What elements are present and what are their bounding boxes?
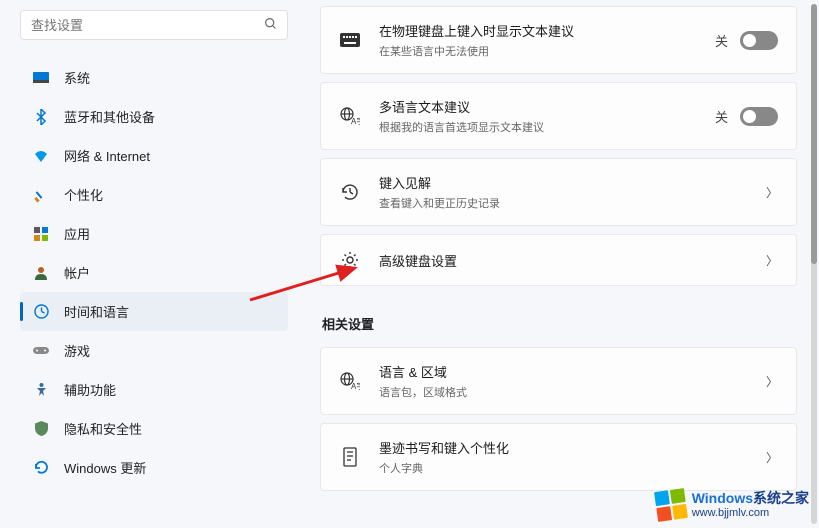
card-text-suggestions[interactable]: 在物理键盘上键入时显示文本建议 在某些语言中无法使用 关: [320, 6, 797, 74]
gear-icon: [339, 249, 361, 271]
sidebar-item-privacy[interactable]: 隐私和安全性: [20, 409, 288, 448]
chevron-right-icon: 〉: [766, 252, 778, 269]
ink-icon: [339, 446, 361, 468]
card-advanced-keyboard[interactable]: 高级键盘设置 〉: [320, 234, 797, 286]
watermark: Windows系统之家 www.bjjmlv.com: [656, 490, 809, 520]
section-heading-related: 相关设置: [322, 314, 797, 333]
network-icon: [32, 147, 50, 165]
watermark-brand: Windows: [692, 490, 753, 506]
content-area: 在物理键盘上键入时显示文本建议 在某些语言中无法使用 关 A字 多语言文本建议 …: [300, 0, 819, 528]
card-typing-insights[interactable]: 键入见解 查看键入和更正历史记录 〉: [320, 158, 797, 226]
sidebar-item-label: 蓝牙和其他设备: [64, 107, 155, 126]
card-title: 键入见解: [379, 173, 766, 192]
gaming-icon: [32, 342, 50, 360]
sidebar-item-bluetooth[interactable]: 蓝牙和其他设备: [20, 97, 288, 136]
sidebar: 系统 蓝牙和其他设备 网络 & Internet 个性化 应用 帐户: [0, 0, 300, 528]
language-icon: A字: [339, 370, 361, 392]
sidebar-item-label: 游戏: [64, 341, 90, 360]
search-input[interactable]: [31, 18, 264, 33]
card-subtitle: 个人字典: [379, 460, 766, 476]
card-title: 高级键盘设置: [379, 251, 766, 270]
toggle-state-label: 关: [715, 31, 728, 50]
search-box[interactable]: [20, 10, 288, 40]
toggle-state-label: 关: [715, 107, 728, 126]
svg-text:A字: A字: [351, 116, 360, 125]
sidebar-item-accounts[interactable]: 帐户: [20, 253, 288, 292]
toggle-switch[interactable]: [740, 107, 778, 126]
card-title: 在物理键盘上键入时显示文本建议: [379, 21, 715, 40]
keyboard-icon: [339, 29, 361, 51]
card-title: 多语言文本建议: [379, 97, 715, 116]
accessibility-icon: [32, 381, 50, 399]
sidebar-item-personalization[interactable]: 个性化: [20, 175, 288, 214]
chevron-right-icon: 〉: [766, 184, 778, 201]
scrollbar-thumb[interactable]: [811, 4, 817, 264]
sidebar-item-system[interactable]: 系统: [20, 58, 288, 97]
sidebar-item-network[interactable]: 网络 & Internet: [20, 136, 288, 175]
sidebar-item-time-language[interactable]: 时间和语言: [20, 292, 288, 331]
accounts-icon: [32, 264, 50, 282]
card-subtitle: 在某些语言中无法使用: [379, 43, 715, 59]
sidebar-item-gaming[interactable]: 游戏: [20, 331, 288, 370]
watermark-brand-rest: 系统之家: [753, 490, 809, 506]
sidebar-item-label: 应用: [64, 224, 90, 243]
nav-list: 系统 蓝牙和其他设备 网络 & Internet 个性化 应用 帐户: [20, 58, 300, 487]
update-icon: [32, 459, 50, 477]
scrollbar[interactable]: [811, 4, 817, 524]
sidebar-item-apps[interactable]: 应用: [20, 214, 288, 253]
card-title: 墨迹书写和键入个性化: [379, 438, 766, 457]
system-icon: [32, 69, 50, 87]
time-language-icon: [32, 303, 50, 321]
card-multilingual[interactable]: A字 多语言文本建议 根据我的语言首选项显示文本建议 关: [320, 82, 797, 150]
sidebar-item-update[interactable]: Windows 更新: [20, 448, 288, 487]
privacy-icon: [32, 420, 50, 438]
card-subtitle: 根据我的语言首选项显示文本建议: [379, 119, 715, 135]
sidebar-item-label: 时间和语言: [64, 302, 129, 321]
bluetooth-icon: [32, 108, 50, 126]
chevron-right-icon: 〉: [766, 449, 778, 466]
sidebar-item-label: Windows 更新: [64, 458, 146, 477]
sidebar-item-label: 系统: [64, 68, 90, 87]
sidebar-item-accessibility[interactable]: 辅助功能: [20, 370, 288, 409]
card-subtitle: 语言包，区域格式: [379, 384, 766, 400]
apps-icon: [32, 225, 50, 243]
windows-logo-icon: [654, 488, 688, 522]
svg-text:A字: A字: [351, 381, 360, 390]
sidebar-item-label: 个性化: [64, 185, 103, 204]
card-subtitle: 查看键入和更正历史记录: [379, 195, 766, 211]
sidebar-item-label: 辅助功能: [64, 380, 116, 399]
card-language-region[interactable]: A字 语言 & 区域 语言包，区域格式 〉: [320, 347, 797, 415]
watermark-url: www.bjjmlv.com: [692, 507, 809, 520]
history-icon: [339, 181, 361, 203]
search-icon: [264, 17, 277, 33]
sidebar-item-label: 隐私和安全性: [64, 419, 142, 438]
sidebar-item-label: 帐户: [64, 263, 90, 282]
multilang-icon: A字: [339, 105, 361, 127]
card-inking[interactable]: 墨迹书写和键入个性化 个人字典 〉: [320, 423, 797, 491]
card-title: 语言 & 区域: [379, 362, 766, 381]
chevron-right-icon: 〉: [766, 373, 778, 390]
sidebar-item-label: 网络 & Internet: [64, 146, 150, 165]
personalization-icon: [32, 186, 50, 204]
toggle-switch[interactable]: [740, 31, 778, 50]
